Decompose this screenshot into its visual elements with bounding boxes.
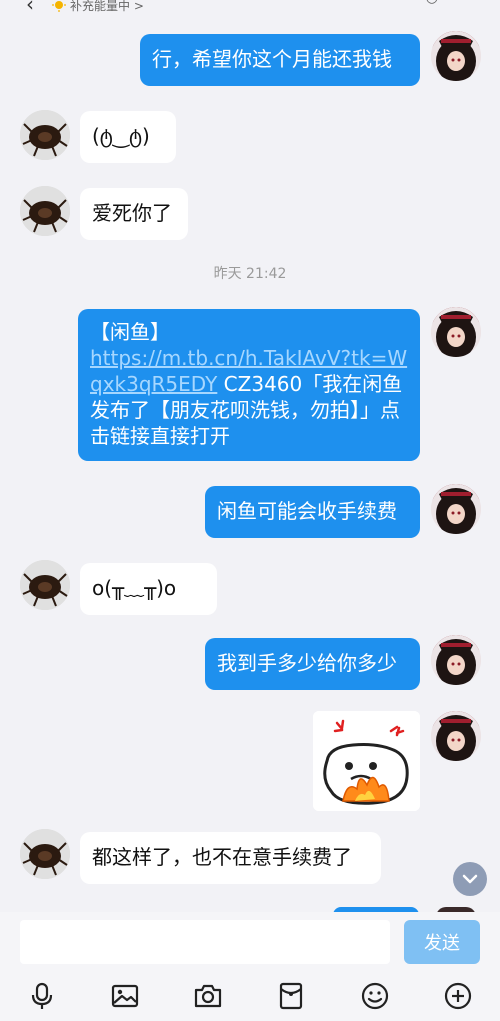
plus-icon[interactable] [440,978,476,1014]
message-incoming[interactable]: 爱死你了 [80,188,188,240]
back-icon[interactable]: ‹ [26,0,34,16]
header-action-icon[interactable]: ◡ [426,0,438,6]
message-incoming[interactable]: o(╥﹏╥)o [80,563,217,615]
my-avatar[interactable] [431,484,481,534]
send-button[interactable]: 发送 [404,920,480,964]
angry-fire-sticker-icon [313,711,420,811]
message-text: o(╥﹏╥)o [92,576,177,600]
message-outgoing[interactable]: 行，希望你这个月能还我钱 [140,34,420,86]
message-text: 行，希望你这个月能还我钱 [152,47,392,71]
message-text: 闲鱼可能会收手续费 [217,499,397,523]
my-avatar[interactable] [431,31,481,81]
sun-icon [52,1,66,12]
message-input[interactable] [20,920,390,964]
message-incoming[interactable]: (ტ‿ტ) [80,111,176,163]
message-text: 爱死你了 [92,201,172,225]
message-composer: 发送 [0,912,500,1021]
red-packet-icon[interactable] [273,978,309,1014]
message-incoming[interactable]: 都这样了，也不在意手续费了 [80,832,381,884]
my-avatar[interactable] [431,711,481,761]
my-avatar[interactable] [431,307,481,357]
camera-icon[interactable] [190,978,226,1014]
message-outgoing[interactable]: 【闲鱼】 https://m.tb.cn/h.TakIAvV?tk=Wqxk3q… [78,309,420,461]
message-sticker[interactable] [313,711,420,811]
message-text: (ტ‿ტ) [92,124,150,148]
microphone-icon[interactable] [24,978,60,1014]
friend-avatar[interactable] [20,186,70,236]
friend-avatar[interactable] [20,560,70,610]
message-outgoing[interactable]: 闲鱼可能会收手续费 [205,486,420,538]
scroll-to-bottom-button[interactable] [453,862,487,896]
friend-avatar[interactable] [20,110,70,160]
message-outgoing[interactable]: 我到手多少给你多少 [205,638,420,690]
image-icon[interactable] [107,978,143,1014]
message-timestamp: 昨天 21:42 [213,266,287,282]
message-text: 【闲鱼】 [90,320,170,344]
energy-status[interactable]: 补充能量中 > [70,0,144,14]
message-text: 都这样了，也不在意手续费了 [92,845,352,869]
chevron-down-icon [462,874,478,884]
message-text: 我到手多少给你多少 [217,651,397,675]
chat-header: ‹ 补充能量中 > ◡ [0,0,500,16]
friend-avatar[interactable] [20,829,70,879]
emoji-icon[interactable] [357,978,393,1014]
chat-screen: ‹ 补充能量中 > ◡ 行，希望你这个月能还我钱 (ტ‿ტ) 爱死你了 昨天 2… [0,0,500,1021]
my-avatar[interactable] [431,635,481,685]
